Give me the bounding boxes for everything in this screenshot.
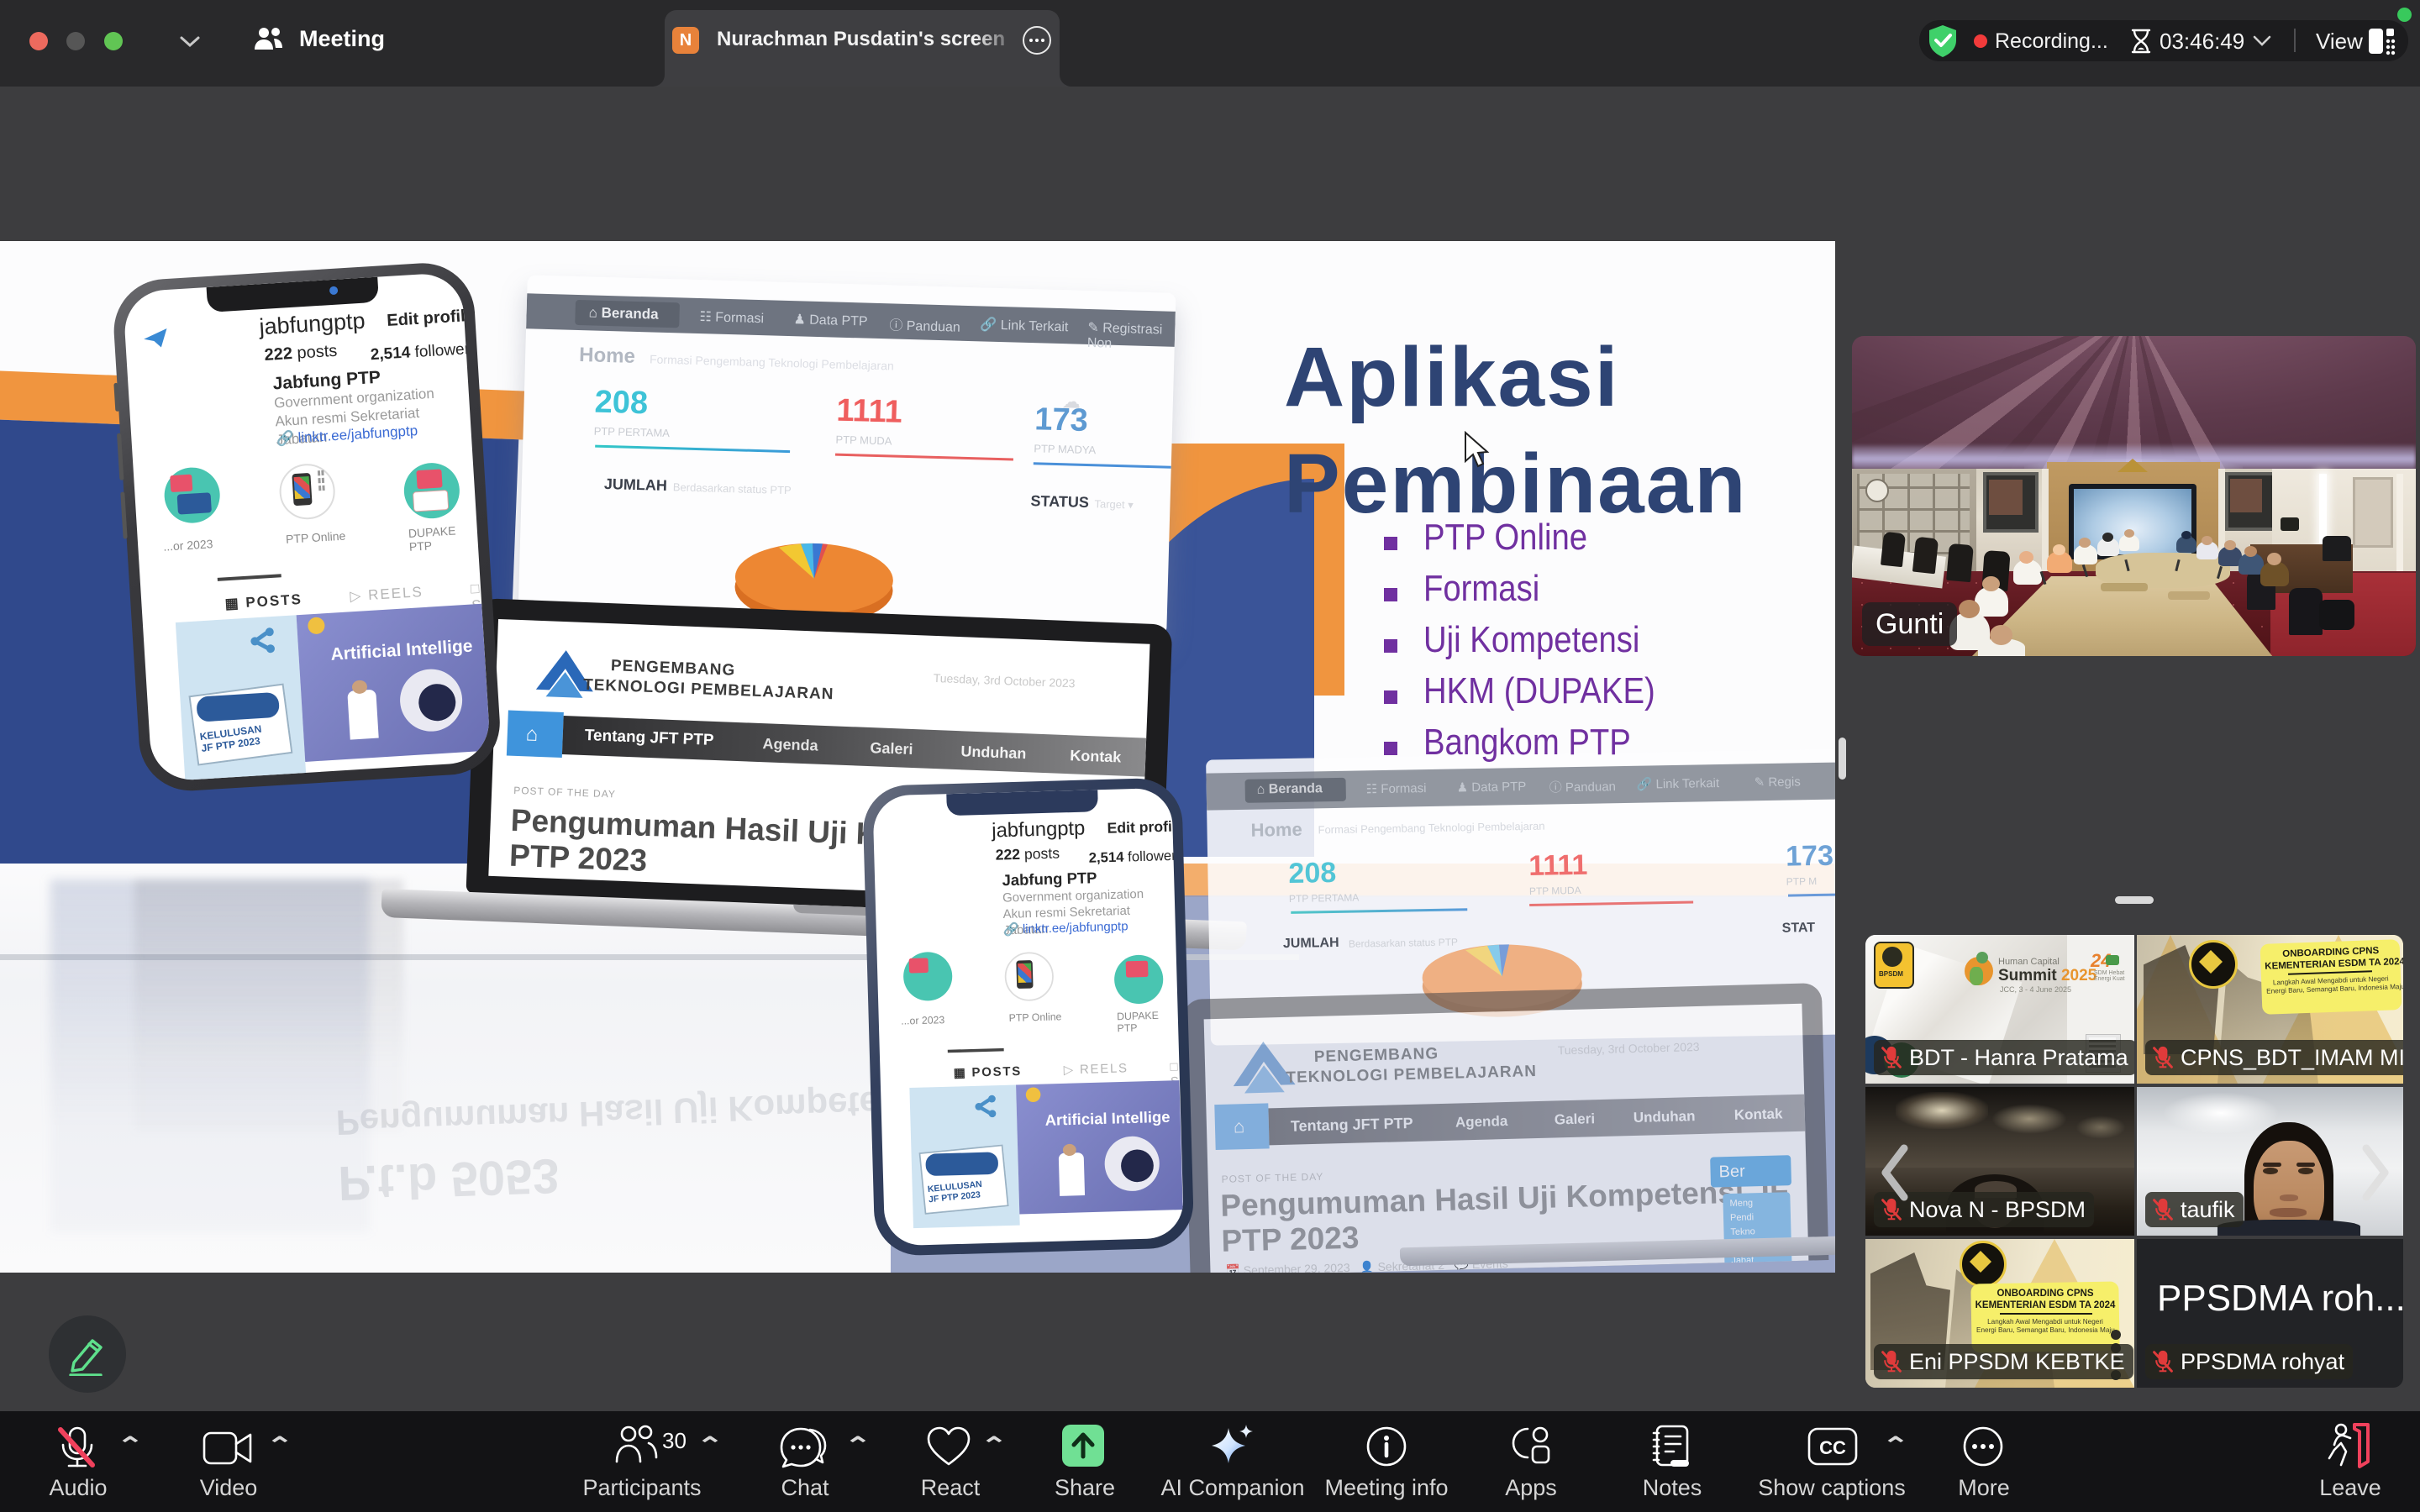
svg-text:CC: CC: [1819, 1437, 1846, 1458]
